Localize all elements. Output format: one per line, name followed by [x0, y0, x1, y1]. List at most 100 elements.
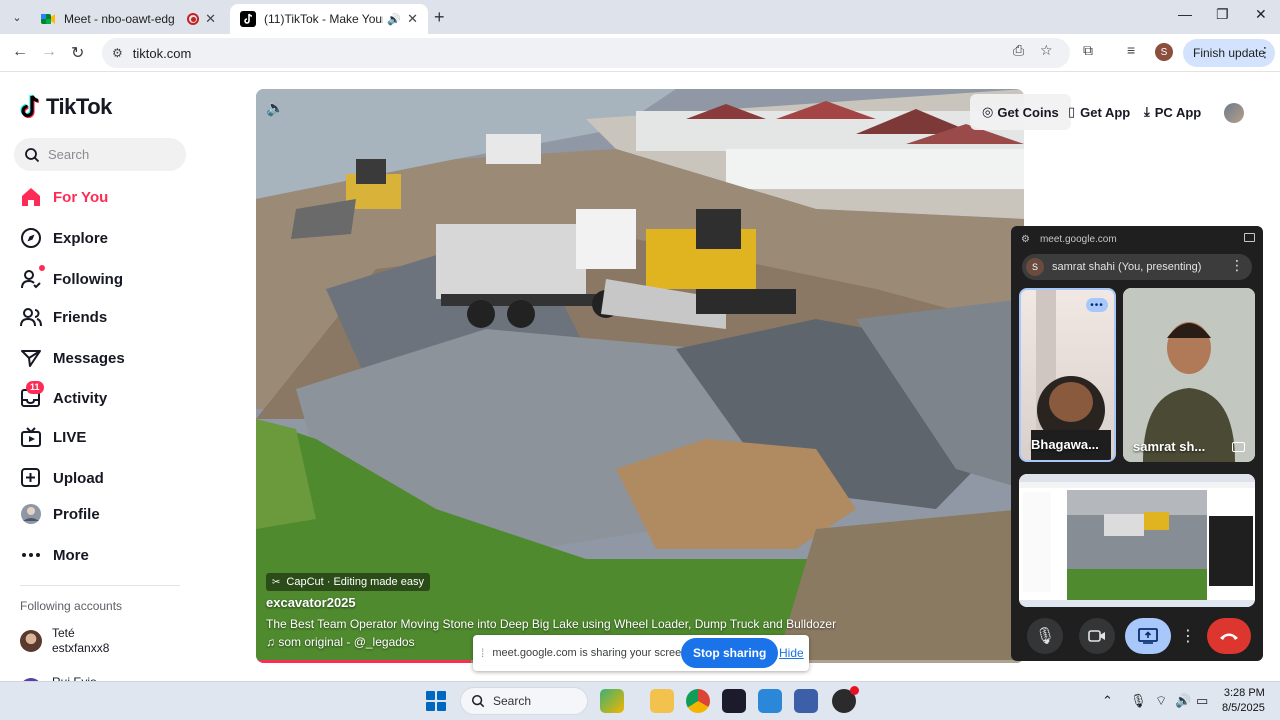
download-icon: ⤓: [1144, 104, 1150, 119]
sidebar-item-activity[interactable]: 11 Activity: [20, 381, 107, 409]
site-info-icon[interactable]: ⚙: [112, 46, 123, 60]
app-icon[interactable]: [794, 689, 818, 713]
phone-icon: ▯: [1068, 104, 1076, 119]
extensions-icon[interactable]: ⧉: [1083, 42, 1093, 59]
new-tab-plus-icon[interactable]: +: [434, 7, 445, 28]
profile-avatar: [20, 503, 42, 525]
media-control-icon[interactable]: ≡: [1127, 42, 1135, 58]
plus-square-icon: [20, 467, 42, 489]
more-options-icon[interactable]: ⋮: [1180, 618, 1196, 654]
presenting-banner[interactable]: S samrat shahi (You, presenting) ⋮: [1022, 254, 1252, 280]
get-app-button[interactable]: ▯ Get App: [1068, 94, 1130, 130]
reload-icon[interactable]: ↻: [71, 43, 84, 63]
sidebar-item-messages[interactable]: Messages: [20, 347, 125, 369]
file-explorer-icon[interactable]: [650, 689, 674, 713]
search-box[interactable]: [14, 138, 186, 171]
tab-meet[interactable]: Meet - nbo-oawt-edg ✕: [30, 4, 226, 34]
close-tab-icon[interactable]: ✕: [205, 11, 216, 27]
app-icon[interactable]: [832, 686, 859, 713]
taskbar-clock[interactable]: 3:28 PM 8/5/2025: [1222, 686, 1265, 716]
present-screen-icon: [1138, 628, 1158, 644]
avatar: [20, 630, 42, 652]
google-meet-icon: [41, 14, 55, 24]
clock-time: 3:28 PM: [1223, 687, 1265, 699]
volume-icon[interactable]: 🔊: [1175, 693, 1191, 709]
participant-tile[interactable]: samrat sh...: [1123, 288, 1255, 462]
maximize-icon[interactable]: ❐: [1216, 6, 1229, 23]
meet-floating-window[interactable]: ⚙ meet.google.com S samrat shahi (You, p…: [1011, 226, 1263, 661]
sidebar-item-upload[interactable]: Upload: [20, 467, 104, 489]
music-note-icon: ♫: [266, 635, 279, 649]
following-account[interactable]: Teté estxfanxx8: [20, 626, 109, 656]
forward-arrow-icon[interactable]: →: [41, 43, 57, 61]
search-input[interactable]: [48, 147, 168, 162]
screen-sharing-bar[interactable]: ⁞ meet.google.com is sharing your screen…: [473, 635, 809, 671]
sidebar-item-label: Profile: [53, 505, 100, 523]
pin-icon[interactable]: [1232, 442, 1245, 452]
tile-more-icon[interactable]: •••: [1086, 298, 1108, 312]
participant-name: samrat sh...: [1133, 439, 1206, 454]
hide-button[interactable]: Hide: [779, 646, 804, 660]
volume-icon[interactable]: 🔈: [266, 99, 285, 117]
participant-name: Bhagawa...: [1031, 437, 1099, 452]
get-coins-button[interactable]: ◎ Get Coins: [970, 94, 1071, 130]
back-arrow-icon[interactable]: ←: [12, 43, 28, 61]
microphone-icon[interactable]: 🎙: [1130, 693, 1147, 709]
sidebar-item-more[interactable]: More: [20, 544, 89, 566]
close-window-icon[interactable]: ✕: [1255, 6, 1267, 23]
meet-url: meet.google.com: [1039, 233, 1117, 245]
sidebar-item-profile[interactable]: Profile: [20, 503, 100, 525]
app-icon[interactable]: [722, 689, 746, 713]
profile-avatar[interactable]: S: [1155, 43, 1173, 61]
video-description: The Best Team Operator Moving Stone into…: [266, 617, 837, 631]
sidebar-item-explore[interactable]: Explore: [20, 227, 108, 249]
end-call-button[interactable]: [1207, 618, 1251, 654]
battery-icon[interactable]: ▭: [1196, 693, 1208, 709]
wifi-icon[interactable]: ⌔: [1155, 693, 1167, 709]
friends-icon: [20, 306, 42, 328]
camera-button[interactable]: [1079, 618, 1115, 654]
tiktok-logo[interactable]: TikTok: [20, 94, 112, 120]
screen-share-thumbnail: [1019, 474, 1255, 607]
back-to-tab-icon[interactable]: [1244, 233, 1255, 242]
windows-start-icon[interactable]: [426, 691, 446, 711]
pc-app-button[interactable]: ⤓ PC App: [1144, 94, 1201, 130]
chrome-icon[interactable]: [686, 689, 710, 713]
video-author[interactable]: excavator2025: [266, 595, 356, 610]
drag-handle-icon[interactable]: ⁞: [481, 646, 484, 660]
screen-share-preview[interactable]: [1019, 474, 1255, 607]
capcut-label: CapCut · Editing made easy: [286, 576, 424, 588]
sidebar-item-live[interactable]: LIVE: [20, 426, 86, 448]
more-options-icon[interactable]: ⋮: [1230, 257, 1244, 274]
browser-menu-icon[interactable]: ⋮: [1258, 44, 1272, 61]
address-bar[interactable]: ⚙ tiktok.com: [102, 38, 1070, 68]
search-icon: [471, 694, 485, 708]
video-player[interactable]: 🔈 ✂ CapCut · Editing made easy excavator…: [256, 89, 1024, 663]
tab-search-chevron-icon[interactable]: ⌄: [6, 6, 28, 28]
app-icon[interactable]: [758, 689, 782, 713]
pc-app-label: PC App: [1154, 104, 1202, 120]
microphone-button[interactable]: 🎙: [1027, 618, 1063, 654]
audio-playing-icon[interactable]: 🔊: [387, 13, 401, 26]
show-hidden-icons[interactable]: ⌃: [1102, 693, 1113, 709]
present-screen-button[interactable]: [1125, 618, 1171, 654]
widgets-icon[interactable]: [600, 689, 624, 713]
more-dots-icon: [20, 544, 42, 566]
sidebar-item-following[interactable]: Following: [20, 265, 123, 290]
capcut-tag[interactable]: ✂ CapCut · Editing made easy: [266, 573, 430, 591]
participant-tile[interactable]: ••• Bhagawa...: [1019, 288, 1116, 462]
sidebar-item-friends[interactable]: Friends: [20, 306, 107, 328]
bookmark-star-icon[interactable]: ☆: [1040, 42, 1053, 59]
stop-sharing-button[interactable]: Stop sharing: [681, 638, 779, 668]
account-name: Teté: [52, 626, 75, 640]
close-tab-icon[interactable]: ✕: [407, 11, 418, 27]
install-app-icon[interactable]: ⎙: [1013, 42, 1024, 59]
sidebar-item-for-you[interactable]: For You: [20, 186, 108, 208]
compass-icon: [20, 227, 42, 249]
video-music[interactable]: ♫ som original - @_legados: [266, 635, 415, 649]
user-avatar[interactable]: [1224, 103, 1244, 123]
sidebar-item-label: For You: [53, 188, 109, 206]
tab-tiktok[interactable]: (11)TikTok - Make Your Day 🔊 ✕: [230, 4, 428, 34]
minimize-icon[interactable]: —: [1178, 6, 1192, 22]
taskbar-search[interactable]: Search: [460, 687, 588, 715]
